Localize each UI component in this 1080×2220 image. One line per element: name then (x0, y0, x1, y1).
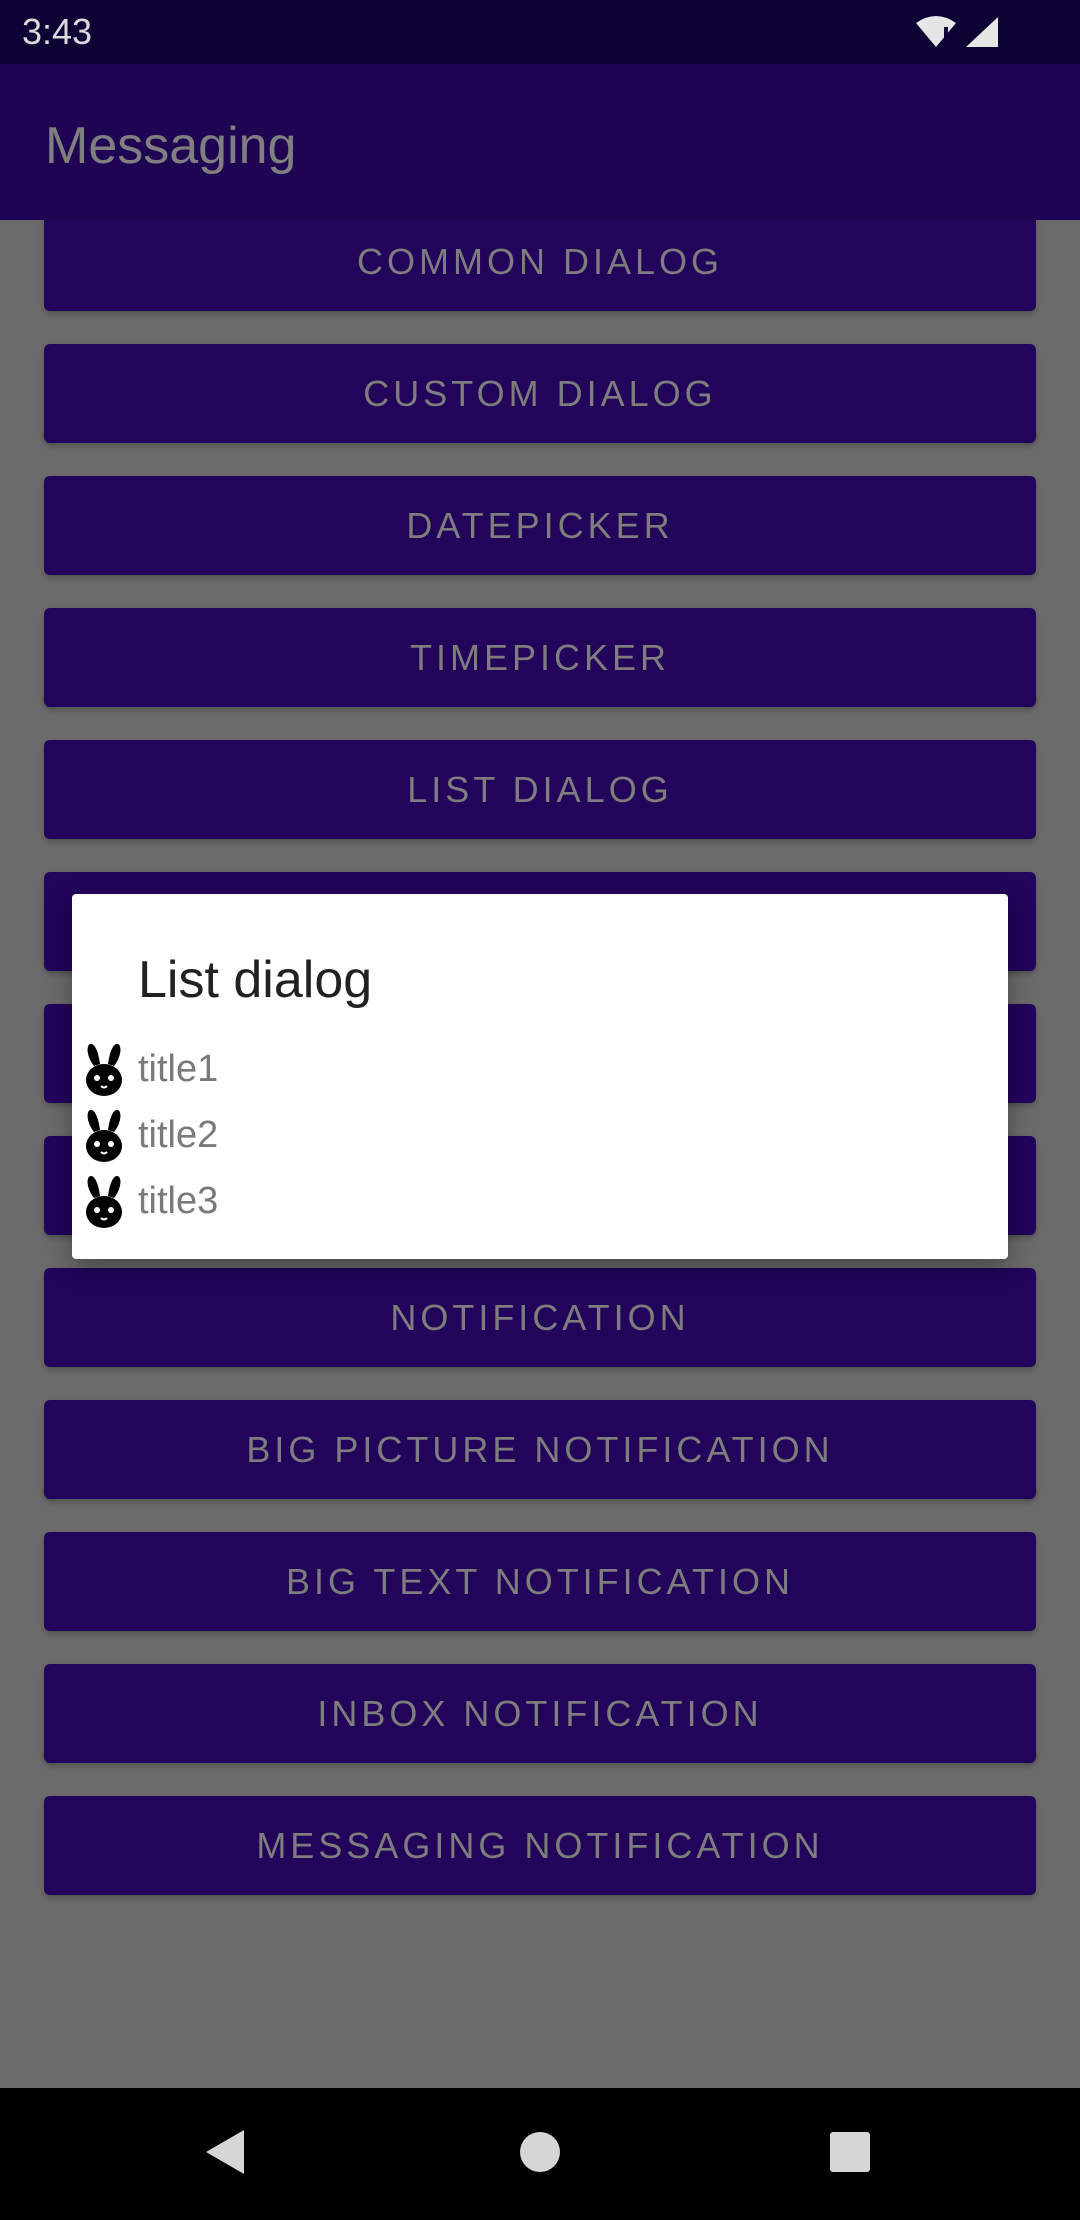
bunny-icon (86, 1044, 122, 1096)
signal-icon (966, 17, 998, 47)
dialog-item-title2[interactable]: title2 (72, 1102, 1008, 1168)
custom-dialog-button[interactable]: CUSTOM DIALOG (44, 344, 1036, 443)
dialog-item-title1[interactable]: title1 (72, 1036, 1008, 1102)
app-bar: Messaging (0, 64, 1080, 220)
dialog-item-title3[interactable]: title3 (72, 1168, 1008, 1234)
list-dialog: List dialog title1 title2 title3 (72, 894, 1008, 1259)
messaging-notification-button[interactable]: MESSAGING NOTIFICATION (44, 1796, 1036, 1895)
bunny-icon (86, 1110, 122, 1162)
list-dialog-button[interactable]: LIST DIALOG (44, 740, 1036, 839)
bunny-icon (86, 1176, 122, 1228)
big-text-notification-button[interactable]: BIG TEXT NOTIFICATION (44, 1532, 1036, 1631)
datepicker-button[interactable]: DATEPICKER (44, 476, 1036, 575)
back-icon[interactable] (204, 2128, 248, 2176)
timepicker-button[interactable]: TIMEPICKER (44, 608, 1036, 707)
common-dialog-button[interactable]: COMMON DIALOG (44, 212, 1036, 311)
dialog-item-label: title1 (138, 1048, 219, 1090)
home-icon[interactable] (518, 2128, 562, 2176)
status-icons (914, 14, 1000, 50)
app-title: Messaging (45, 117, 297, 175)
wifi-icon (916, 16, 956, 47)
status-bar: 3:43 (0, 0, 1080, 64)
dialog-item-label: title2 (138, 1114, 219, 1156)
notification-button[interactable]: NOTIFICATION (44, 1268, 1036, 1367)
inbox-notification-button[interactable]: INBOX NOTIFICATION (44, 1664, 1036, 1763)
dialog-item-label: title3 (138, 1180, 219, 1222)
navigation-bar (0, 2088, 1080, 2220)
dialog-title: List dialog (138, 951, 373, 1009)
status-time: 3:43 (22, 11, 93, 52)
big-picture-notification-button[interactable]: BIG PICTURE NOTIFICATION (44, 1400, 1036, 1499)
recents-icon[interactable] (828, 2128, 872, 2176)
